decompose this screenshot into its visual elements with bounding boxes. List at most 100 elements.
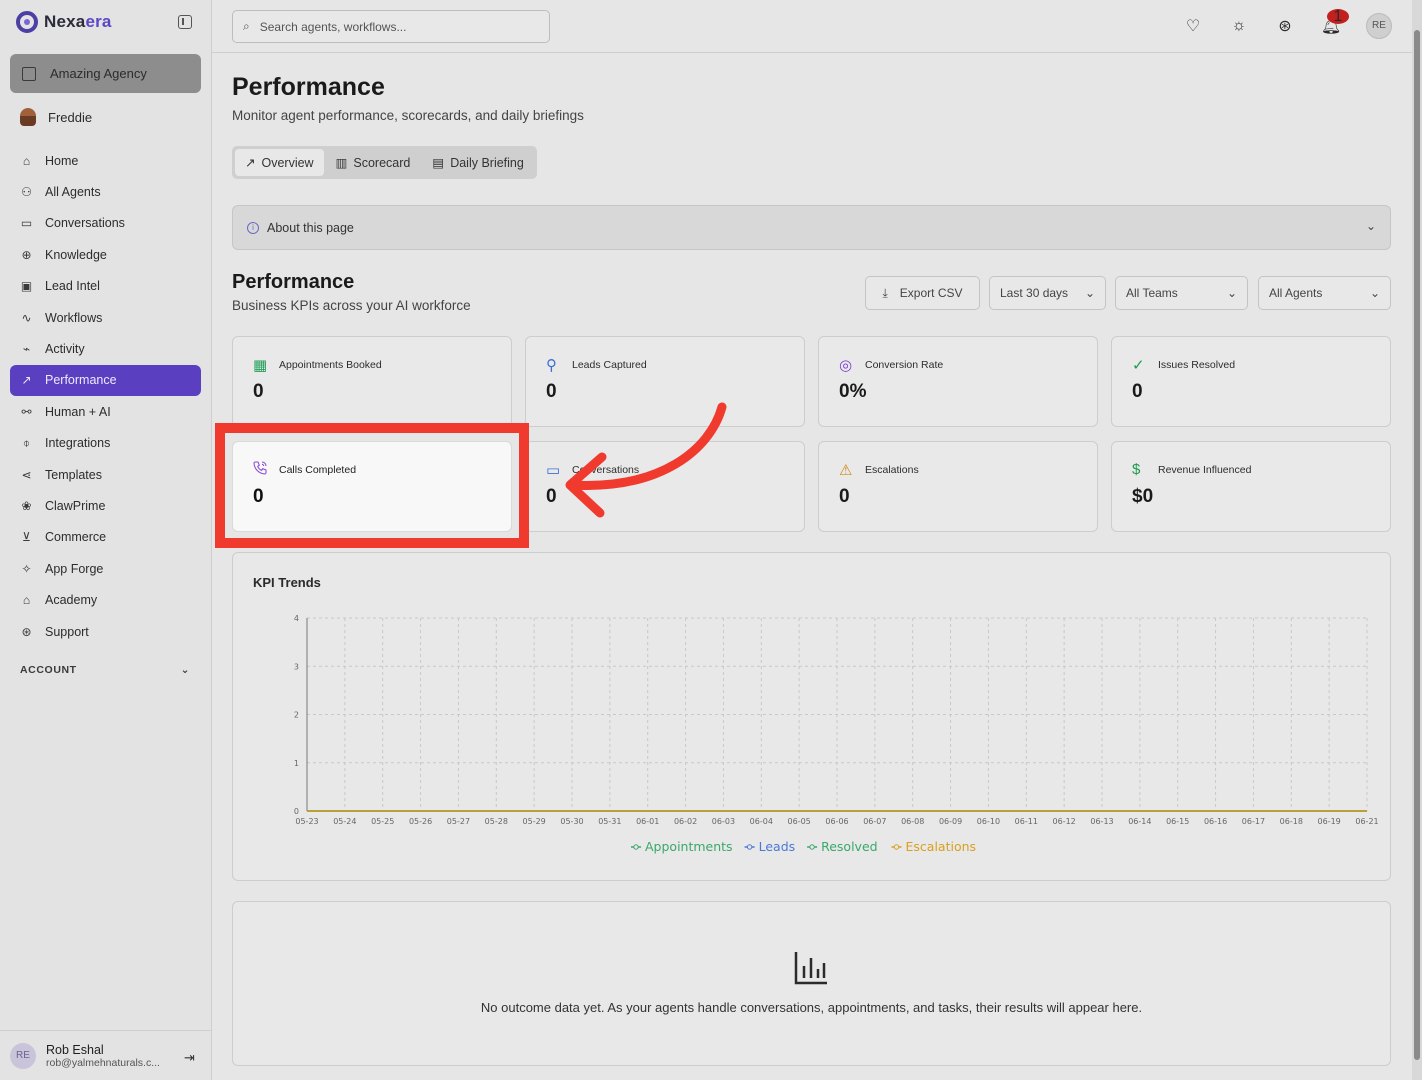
- collapse-sidebar-icon[interactable]: [178, 15, 192, 29]
- sun-icon[interactable]: ☼: [1228, 17, 1250, 35]
- bar-chart-icon: ▥: [335, 156, 348, 170]
- kpi-card-calls-completed-highlighted[interactable]: Calls Completed 0: [232, 441, 512, 532]
- sidebar-item-clawprime[interactable]: ❀ ClawPrime: [10, 490, 201, 521]
- kpi-label: Escalations: [865, 464, 919, 476]
- kpi-label: Issues Resolved: [1158, 359, 1236, 371]
- graduation-icon: ⌂: [22, 593, 31, 608]
- sidebar-item-integrations[interactable]: ⌽ Integrations: [10, 428, 201, 459]
- section-title: Performance: [232, 271, 355, 293]
- sidebar-item-label: Performance: [45, 373, 117, 388]
- page-subtitle: Monitor agent performance, scorecards, a…: [232, 108, 584, 123]
- sidebar-item-commerce[interactable]: ⊻ Commerce: [10, 522, 201, 553]
- sidebar-item-performance[interactable]: ↗ Performance: [10, 364, 201, 397]
- tab-scorecard[interactable]: ▥ Scorecard: [326, 149, 421, 176]
- handshake-icon: ⚯: [21, 404, 32, 419]
- tab-overview[interactable]: ↗ Overview: [235, 149, 324, 176]
- sidebar-item-all-agents[interactable]: ⚇ All Agents: [10, 176, 201, 207]
- sidebar-item-label: Conversations: [45, 216, 125, 231]
- sidebar-item-label: Support: [45, 624, 89, 639]
- about-label: About this page: [267, 220, 354, 235]
- sidebar-item-knowledge[interactable]: ⊕ Knowledge: [10, 239, 201, 270]
- sidebar-item-templates[interactable]: ⋖ Templates: [10, 459, 201, 490]
- kpi-trends-card: KPI Trends 0 1 2 3 4 05-23 05-24 05-25 05-26 05-2…: [232, 552, 1391, 881]
- x-tick-label: 06-16: [1204, 817, 1227, 826]
- sidebar-item-lead-intel[interactable]: ▣ Lead Intel: [10, 271, 201, 302]
- user-avatar-icon: [20, 108, 36, 126]
- agency-name: Amazing Agency: [50, 66, 147, 81]
- tab-bar: ↗ Overview ▥ Scorecard ▤ Daily Briefing: [232, 146, 537, 179]
- chevron-down-icon: ⌄: [1084, 286, 1095, 300]
- kpi-card-issues-resolved[interactable]: ✓ Issues Resolved 0: [1111, 336, 1391, 427]
- x-tick-label: 05-27: [447, 817, 470, 826]
- search-placeholder: Search agents, workflows...: [259, 19, 407, 34]
- sidebar-item-conversations[interactable]: ▭ Conversations: [10, 208, 201, 239]
- logo-text: Nexaera: [44, 12, 112, 31]
- sidebar-item-label: Templates: [45, 467, 102, 482]
- sidebar-item-workflows[interactable]: ∿ Workflows: [10, 302, 201, 333]
- account-section-toggle[interactable]: ACCOUNT ⌄: [20, 664, 190, 676]
- x-tick-label: 05-25: [371, 817, 394, 826]
- kpi-value: 0%: [839, 381, 867, 402]
- logout-icon[interactable]: ⇥: [184, 1050, 195, 1066]
- page-scrollbar[interactable]: [1412, 0, 1422, 1080]
- sidebar-item-activity[interactable]: ⌁ Activity: [10, 333, 201, 364]
- x-tick-label: 06-05: [788, 817, 811, 826]
- sidebar-item-academy[interactable]: ⌂ Academy: [10, 584, 201, 615]
- x-tick-label: 06-21: [1355, 817, 1378, 826]
- logo[interactable]: Nexaera: [16, 11, 112, 33]
- tab-daily-briefing[interactable]: ▤ Daily Briefing: [422, 149, 533, 176]
- chevron-down-icon: ⌄: [1365, 219, 1376, 233]
- sidebar-item-label: Commerce: [45, 530, 107, 545]
- footer-user-email: rob@yalmehnaturals.c...: [46, 1056, 160, 1069]
- date-range-select[interactable]: Last 30 days ⌄: [989, 276, 1106, 310]
- x-tick-label: 05-23: [295, 817, 318, 826]
- heart-icon[interactable]: ♡: [1182, 16, 1204, 36]
- lifebuoy-icon[interactable]: ⊛: [1274, 16, 1296, 36]
- x-tick-label: 05-29: [523, 817, 546, 826]
- notification-badge: 1: [1327, 9, 1349, 25]
- sidebar-item-human-ai[interactable]: ⚯ Human + AI: [10, 396, 201, 427]
- sidebar-item-home[interactable]: ⌂ Home: [10, 145, 201, 176]
- warning-icon: ⚠: [839, 462, 853, 479]
- search-input[interactable]: ⌕ Search agents, workflows...: [232, 10, 550, 43]
- y-tick-label: 4: [294, 614, 299, 623]
- sidebar-item-app-forge[interactable]: ✧ App Forge: [10, 553, 201, 584]
- plug-icon: ⌽: [22, 435, 31, 450]
- kpi-label: Revenue Influenced: [1158, 464, 1252, 476]
- x-tick-label: 06-01: [636, 817, 659, 826]
- export-csv-button[interactable]: ⤓ Export CSV: [865, 276, 980, 310]
- teams-select[interactable]: All Teams ⌄: [1115, 276, 1248, 310]
- x-tick-label: 06-15: [1166, 817, 1189, 826]
- user-switcher[interactable]: Freddie: [20, 108, 92, 126]
- phone-icon: [253, 461, 267, 475]
- arrow-annotation-icon: [565, 402, 727, 518]
- agency-switcher[interactable]: Amazing Agency: [10, 54, 201, 93]
- y-tick-label: 2: [294, 711, 299, 720]
- kpi-label: Calls Completed: [279, 464, 357, 476]
- x-tick-label: 06-13: [1090, 817, 1113, 826]
- cart-icon: ⊻: [22, 530, 31, 545]
- kpi-card-appointments-booked[interactable]: ▦ Appointments Booked 0: [232, 336, 512, 427]
- user-avatar[interactable]: RE: [1366, 13, 1392, 39]
- legend-marker: [633, 844, 639, 850]
- kpi-card-escalations[interactable]: ⚠ Escalations 0: [818, 441, 1098, 532]
- bell-icon[interactable]: 🔔︎ 1: [1320, 9, 1349, 36]
- legend-marker: [893, 844, 900, 850]
- sidebar-footer: RE Rob Eshal rob@yalmehnaturals.c... ⇥: [0, 1030, 211, 1080]
- x-tick-label: 05-30: [560, 817, 583, 826]
- sidebar-item-support[interactable]: ⊛ Support: [10, 616, 201, 647]
- x-tick-label: 06-08: [901, 817, 924, 826]
- agents-select[interactable]: All Agents ⌄: [1258, 276, 1391, 310]
- legend-label: Resolved: [821, 839, 877, 854]
- info-icon: i: [247, 221, 259, 234]
- sidebar-item-label: Integrations: [45, 436, 111, 451]
- scrollbar-thumb[interactable]: [1414, 30, 1420, 1060]
- kpi-card-conversion-rate[interactable]: ◎ Conversion Rate 0%: [818, 336, 1098, 427]
- y-tick-label: 3: [294, 662, 299, 671]
- kpi-card-revenue-influenced[interactable]: $ Revenue Influenced $0: [1111, 441, 1391, 532]
- about-accordion[interactable]: i About this page ⌄: [232, 205, 1391, 250]
- kpi-value: 0: [253, 486, 264, 507]
- sidebar-item-label: ClawPrime: [45, 498, 106, 513]
- footer-avatar[interactable]: RE: [10, 1042, 36, 1069]
- trend-icon: ↗: [21, 373, 32, 388]
